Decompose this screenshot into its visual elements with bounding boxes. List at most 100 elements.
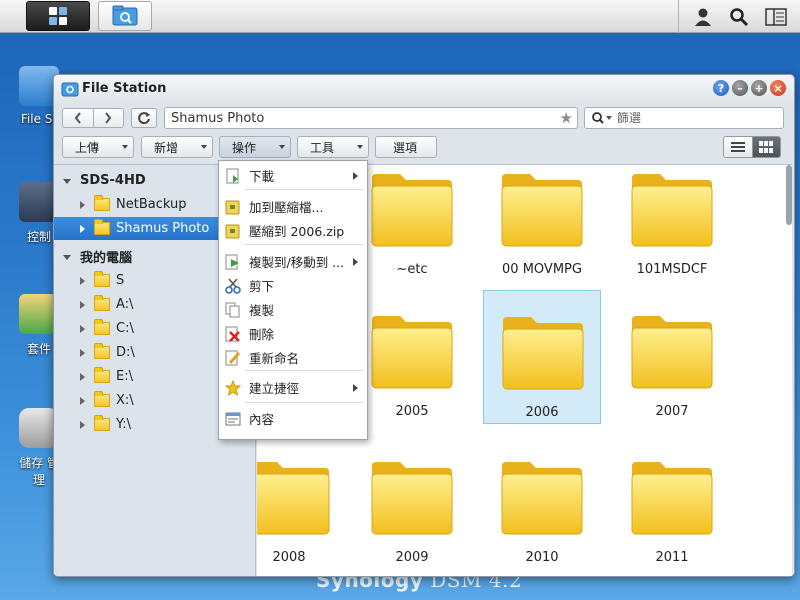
help-icon[interactable]: ? [713,80,729,96]
menu-item-label: 壓縮到 2006.zip [249,224,345,239]
taskbar-file-station-button[interactable] [98,1,152,31]
folder-label: 00 MOVMPG [502,262,582,277]
zip-icon [225,223,241,239]
menu-item-label: 建立捷徑 [249,381,300,396]
folder-icon [94,271,110,287]
search-button[interactable] [726,4,752,30]
taskbar-tray [678,0,800,33]
widgets-icon [765,7,787,26]
action-label: 操作 [232,140,257,155]
folder-tile[interactable]: 2008 [257,436,348,570]
folder-tile[interactable]: 2006 [483,290,601,424]
refresh-icon [138,112,150,125]
upload-button[interactable]: 上傳 [62,136,134,158]
folder-tile[interactable]: 2010 [483,436,601,570]
chevron-right-icon [105,112,112,124]
chevron-right-icon [353,384,358,392]
chevron-right-icon[interactable] [80,300,85,309]
folder-label: 2008 [272,550,306,565]
back-button[interactable] [63,109,94,127]
chevron-down-icon [201,145,207,149]
menu-item-label: 內容 [249,412,275,427]
chevron-right-icon[interactable] [80,396,85,405]
window-controls: ? – + × [713,80,786,96]
close-icon[interactable]: × [770,80,786,96]
minimize-icon[interactable]: – [732,80,748,96]
folder-tile[interactable]: 2011 [613,436,731,570]
folder-tile[interactable]: ~etc [353,165,471,282]
main-menu-button[interactable] [26,1,90,31]
chevron-right-icon[interactable] [80,224,85,233]
chevron-right-icon[interactable] [80,372,85,381]
folder-icon [368,308,456,396]
folder-label: 2010 [525,550,559,565]
tree-root-label: 我的電腦 [80,251,133,266]
options-button[interactable]: 選項 [375,136,437,158]
menu-separator [245,244,363,245]
folder-icon [257,454,333,542]
star-icon[interactable]: ★ [560,109,573,127]
archive-icon [225,199,241,215]
copy-move-icon [225,254,241,270]
forward-button[interactable] [94,109,124,127]
chevron-right-icon[interactable] [80,324,85,333]
window-titlebar[interactable]: File Station ? – + × [54,75,794,103]
menu-item-label: 剪下 [249,279,275,294]
folder-icon [498,454,586,542]
chevron-right-icon[interactable] [80,348,85,357]
rename-icon [225,350,241,366]
menu-item-label: 下載 [249,169,275,184]
folder-label: 2009 [395,550,429,565]
chevron-down-icon[interactable] [63,254,71,260]
filter-field[interactable] [584,107,784,129]
vertical-scrollbar[interactable] [786,165,792,225]
menu-item-label: 複製 [249,303,275,318]
chevron-right-icon[interactable] [80,200,85,209]
menu-item-star[interactable]: 建立捷徑 [219,376,367,399]
menu-item-archive[interactable]: 加到壓縮檔... [219,195,367,218]
menu-item-copy-move[interactable]: 複製到/移動到 ... [219,250,367,273]
list-view-button[interactable] [724,137,753,157]
folder-tile[interactable]: 2005 [353,290,471,424]
folder-tile[interactable]: 101MSDCF [613,165,731,282]
thumbnail-view-button[interactable] [752,137,780,157]
menu-item-properties[interactable]: 內容 [219,407,367,430]
folder-icon [368,166,456,254]
tools-button[interactable]: 工具 [297,136,369,158]
user-button[interactable] [690,4,716,30]
folder-tile[interactable]: 2009 [353,436,471,570]
create-label: 新增 [154,140,179,155]
folder-icon [94,219,110,235]
folder-tile[interactable]: 2007 [613,290,731,424]
file-station-icon [61,82,79,97]
folder-icon [94,319,110,335]
menu-item-cut[interactable]: 剪下 [219,274,367,297]
file-station-window: File Station ? – + × Shamus Photo ★ 篩選 上… [53,74,795,577]
folder-label: 2005 [395,404,429,419]
grid-icon [49,7,67,25]
search-icon [592,112,612,124]
chevron-down-icon [357,145,363,149]
maximize-icon[interactable]: + [751,80,767,96]
refresh-button[interactable] [131,108,157,128]
folder-icon [94,391,110,407]
chevron-right-icon [353,172,358,180]
user-icon [695,8,712,26]
search-icon [730,7,749,26]
widgets-button[interactable] [763,4,789,30]
menu-item-delete[interactable]: 刪除 [219,322,367,345]
menu-item-rename[interactable]: 重新命名 [219,346,367,369]
action-button[interactable]: 操作 [219,136,291,158]
filter-input[interactable] [617,110,777,126]
folder-icon [368,454,456,542]
create-button[interactable]: 新增 [141,136,213,158]
chevron-right-icon[interactable] [80,276,85,285]
folder-tile[interactable]: 00 MOVMPG [483,165,601,282]
menu-item-copy[interactable]: 複製 [219,298,367,321]
chevron-down-icon [122,145,128,149]
menu-item-download[interactable]: 下載 [219,164,367,187]
path-field[interactable]: Shamus Photo ★ [164,107,578,129]
chevron-right-icon[interactable] [80,420,85,429]
menu-item-zip[interactable]: 壓縮到 2006.zip [219,219,367,242]
chevron-down-icon[interactable] [63,178,71,184]
